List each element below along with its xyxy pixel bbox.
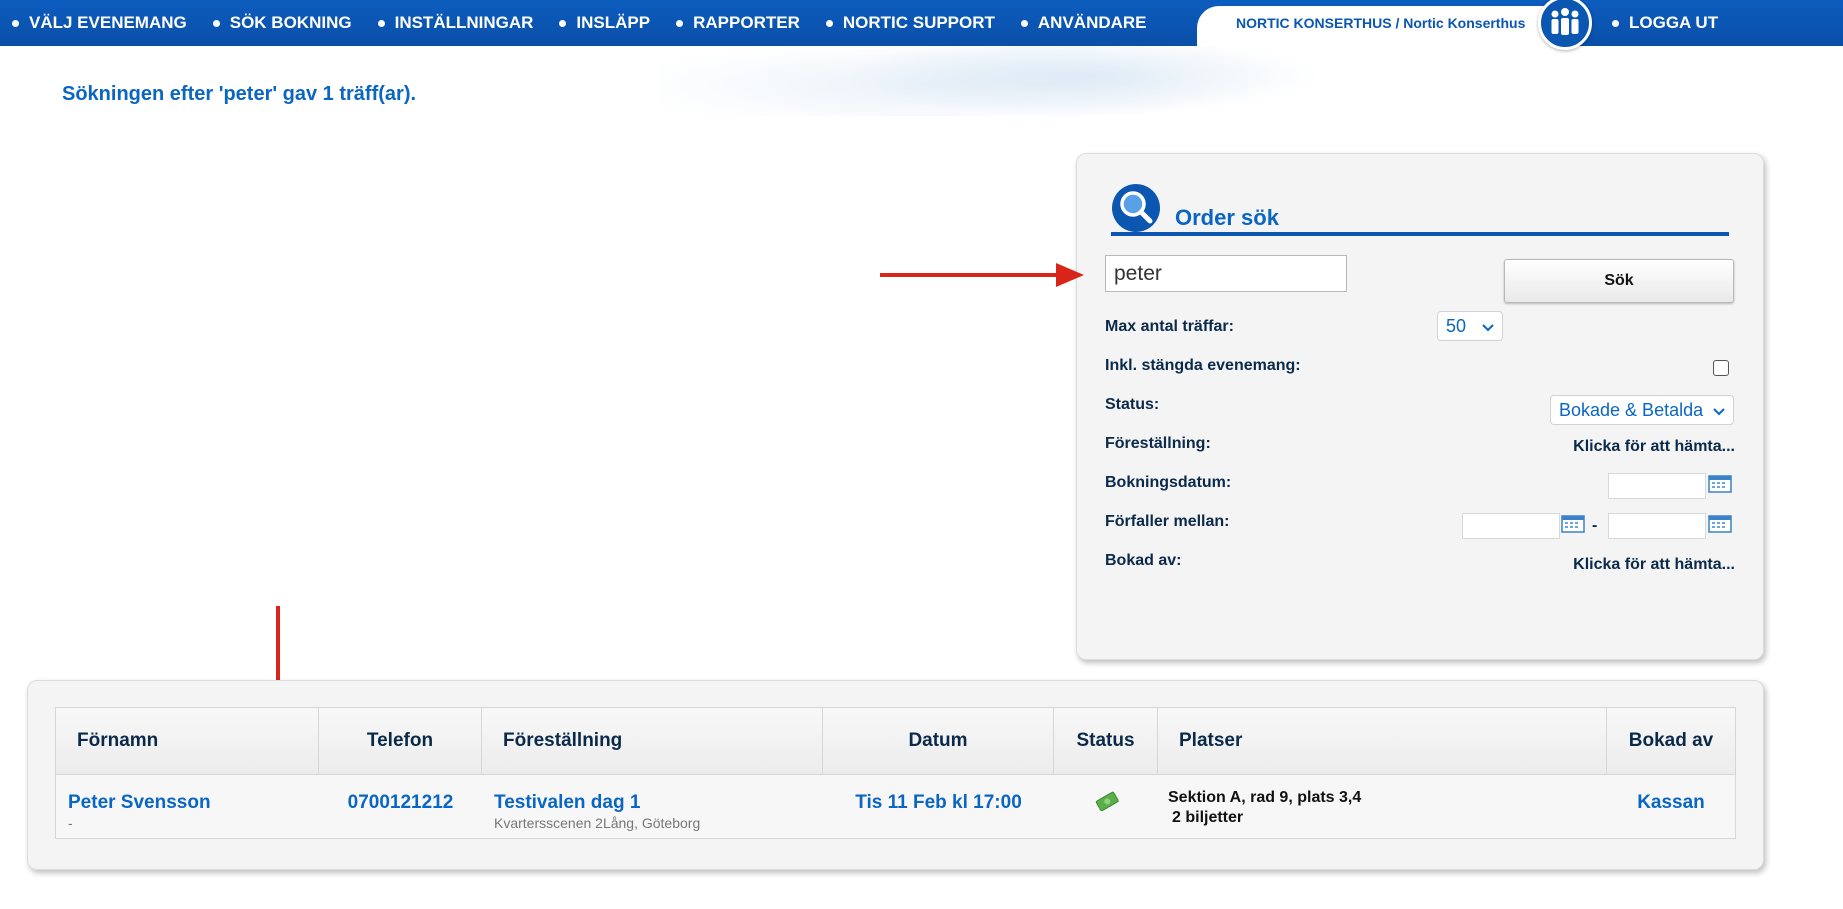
search-input[interactable] <box>1105 255 1347 292</box>
column-header-status[interactable]: Status <box>1054 708 1158 774</box>
search-result-message: Sökningen efter 'peter' gav 1 träff(ar). <box>62 83 417 105</box>
include-closed-checkbox[interactable] <box>1713 360 1729 376</box>
nav-item-installningar[interactable]: INSTÄLLNINGAR <box>377 13 534 33</box>
panel-title: Order sök <box>1175 205 1279 230</box>
status-label: Status: <box>1105 396 1160 413</box>
nav-item-label: INSTÄLLNINGAR <box>394 13 534 32</box>
customer-name-sub: - <box>68 815 73 831</box>
column-header-platser[interactable]: Platser <box>1158 708 1607 774</box>
cloud-decoration <box>660 46 1420 116</box>
users-icon[interactable] <box>1538 0 1592 50</box>
expires-from-input[interactable] <box>1462 513 1560 539</box>
performance-link[interactable]: Testivalen dag 1 <box>494 792 640 814</box>
include-closed-label: Inkl. stängda evenemang: <box>1105 357 1301 374</box>
nav-item-valj-evenemang[interactable]: VÄLJ EVENEMANG <box>12 13 187 33</box>
logout-link[interactable]: LOGGA UT <box>1612 0 1744 46</box>
search-button[interactable]: Sök <box>1504 259 1734 303</box>
paid-money-icon <box>1095 791 1119 816</box>
status-select[interactable]: Bokade & Betalda <box>1550 395 1734 425</box>
date-link[interactable]: Tis 11 Feb kl 17:00 <box>823 792 1054 814</box>
calendar-icon[interactable] <box>1708 515 1732 538</box>
table-header: Förnamn Telefon Föreställning Datum Stat… <box>56 708 1735 775</box>
results-table: Förnamn Telefon Föreställning Datum Stat… <box>55 707 1736 839</box>
bullet-icon <box>559 19 567 27</box>
nav-item-label: ANVÄNDARE <box>1037 13 1147 32</box>
nav-item-rapporter[interactable]: RAPPORTER <box>676 13 800 33</box>
nav-item-anvandare[interactable]: ANVÄNDARE <box>1020 13 1147 33</box>
performance-label: Föreställning: <box>1105 435 1211 452</box>
calendar-icon[interactable] <box>1708 475 1732 498</box>
column-header-fornamn[interactable]: Förnamn <box>56 708 319 774</box>
red-arrow-right-icon <box>880 262 1084 293</box>
expires-label: Förfaller mellan: <box>1105 513 1230 530</box>
range-separator: - <box>1592 517 1598 534</box>
organization-name: NORTIC KONSERTHUS / Nortic Konserthus <box>1236 15 1526 31</box>
nav-item-sok-bokning[interactable]: SÖK BOKNING <box>212 13 352 33</box>
chevron-down-icon <box>1713 400 1725 421</box>
nav-item-label: NORTIC SUPPORT <box>842 13 995 32</box>
booked-by-label: Bokad av: <box>1105 552 1182 569</box>
magnifier-icon <box>1111 183 1161 238</box>
panel-divider <box>1111 232 1729 236</box>
customer-name-link[interactable]: Peter Svensson <box>68 792 211 814</box>
bullet-icon <box>825 19 833 27</box>
booked-by-fetch-link[interactable]: Klicka för att hämta... <box>1573 556 1735 574</box>
nav-item-label: INSLÄPP <box>576 13 651 32</box>
tickets-count: 2 biljetter <box>1172 809 1244 826</box>
booking-date-input[interactable] <box>1608 473 1706 499</box>
bullet-icon <box>377 19 385 27</box>
top-navigation-bar: VÄLJ EVENEMANG SÖK BOKNING INSTÄLLNINGAR… <box>0 0 1843 50</box>
status-value: Bokade & Betalda <box>1559 399 1704 420</box>
logout-label: LOGGA UT <box>1629 13 1719 32</box>
seats-text: Sektion A, rad 9, plats 3,4 <box>1168 789 1362 806</box>
column-header-forestallning[interactable]: Föreställning <box>482 708 823 774</box>
column-header-telefon[interactable]: Telefon <box>319 708 482 774</box>
nav-item-label: RAPPORTER <box>693 13 800 32</box>
bullet-icon <box>676 19 684 27</box>
max-hits-label: Max antal träffar: <box>1105 318 1234 335</box>
nav-item-label: VÄLJ EVENEMANG <box>29 13 187 32</box>
nav-items: VÄLJ EVENEMANG SÖK BOKNING INSTÄLLNINGAR… <box>12 0 1173 46</box>
booked-by-link[interactable]: Kassan <box>1607 792 1735 814</box>
bullet-icon <box>1020 19 1028 27</box>
calendar-icon[interactable] <box>1561 515 1585 538</box>
nav-item-nortic-support[interactable]: NORTIC SUPPORT <box>825 13 995 33</box>
nav-item-inslapp[interactable]: INSLÄPP <box>559 13 650 33</box>
max-hits-value: 50 <box>1446 315 1467 336</box>
performance-fetch-link[interactable]: Klicka för att hämta... <box>1573 438 1735 456</box>
booking-date-label: Bokningsdatum: <box>1105 474 1232 491</box>
max-hits-select[interactable]: 50 <box>1437 311 1503 341</box>
bullet-icon <box>12 19 19 27</box>
column-header-datum[interactable]: Datum <box>823 708 1054 774</box>
table-row[interactable]: Peter Svensson - 0700121212 Testivalen d… <box>56 775 1735 838</box>
bullet-icon <box>1612 19 1619 27</box>
column-header-bokad-av[interactable]: Bokad av <box>1607 708 1735 774</box>
phone-link[interactable]: 0700121212 <box>319 792 482 814</box>
chevron-down-icon <box>1482 316 1494 337</box>
bullet-icon <box>212 19 220 27</box>
nav-item-label: SÖK BOKNING <box>229 13 352 32</box>
expires-to-input[interactable] <box>1608 513 1706 539</box>
venue-text: Kvartersscenen 2Lång, Göteborg <box>494 815 701 831</box>
